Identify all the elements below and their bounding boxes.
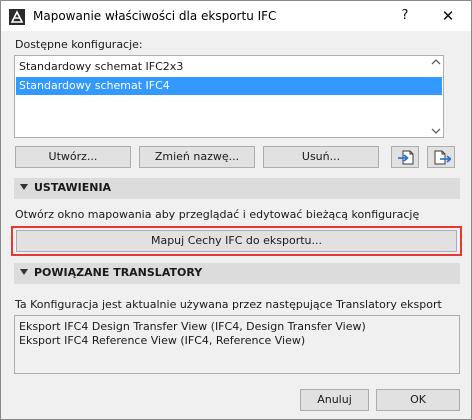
dialog-title: Mapowanie właściwości dla eksportu IFC: [33, 9, 277, 23]
translator-line: Eksport IFC4 Design Transfer View (IFC4,…: [19, 320, 366, 333]
import-button[interactable]: [391, 146, 419, 168]
translators-description: Ta Konfiguracja jest aktualnie używana p…: [15, 298, 442, 311]
configs-label: Dostępne konfiguracje:: [15, 38, 143, 51]
cancel-button[interactable]: Anuluj: [300, 389, 369, 411]
title-bar: Mapowanie właściwości dla eksportu IFC ?…: [1, 1, 471, 31]
translator-line: Eksport IFC4 Reference View (IFC4, Refer…: [19, 334, 306, 347]
delete-button[interactable]: Usuń...: [263, 146, 379, 168]
translators-section-label: POWIĄZANE TRANSLATORY: [34, 266, 203, 279]
create-button[interactable]: Utwórz...: [15, 146, 131, 168]
map-ifc-properties-button[interactable]: Mapuj Cechy IFC do eksportu...: [16, 230, 457, 252]
collapse-triangle-icon[interactable]: [20, 269, 28, 275]
translators-list: Eksport IFC4 Design Transfer View (IFC4,…: [14, 315, 460, 374]
list-item-ifc4[interactable]: Standardowy schemat IFC4: [16, 77, 442, 95]
configs-list[interactable]: Standardowy schemat IFC2x3 Standardowy s…: [14, 55, 444, 138]
scroll-down-icon[interactable]: [431, 127, 441, 135]
scroll-up-icon[interactable]: [431, 58, 441, 66]
close-button[interactable]: ✕: [434, 6, 462, 26]
help-button[interactable]: ?: [393, 6, 417, 26]
export-button[interactable]: [427, 146, 455, 168]
ok-button[interactable]: OK: [376, 389, 460, 411]
import-icon: [398, 150, 414, 165]
export-icon: [434, 150, 451, 165]
list-item-ifc2x3[interactable]: Standardowy schemat IFC2x3: [16, 58, 442, 76]
dialog-window: Mapowanie właściwości dla eksportu IFC ?…: [0, 0, 472, 420]
app-icon: [9, 9, 25, 25]
rename-button[interactable]: Zmień nazwę...: [139, 146, 255, 168]
settings-description: Otwórz okno mapowania aby przeglądać i e…: [15, 208, 420, 221]
collapse-triangle-icon[interactable]: [20, 184, 28, 190]
settings-section-label: USTAWIENIA: [34, 181, 112, 194]
translators-section-header[interactable]: POWIĄZANE TRANSLATORY: [14, 263, 460, 284]
settings-section-header[interactable]: USTAWIENIA: [14, 178, 460, 199]
